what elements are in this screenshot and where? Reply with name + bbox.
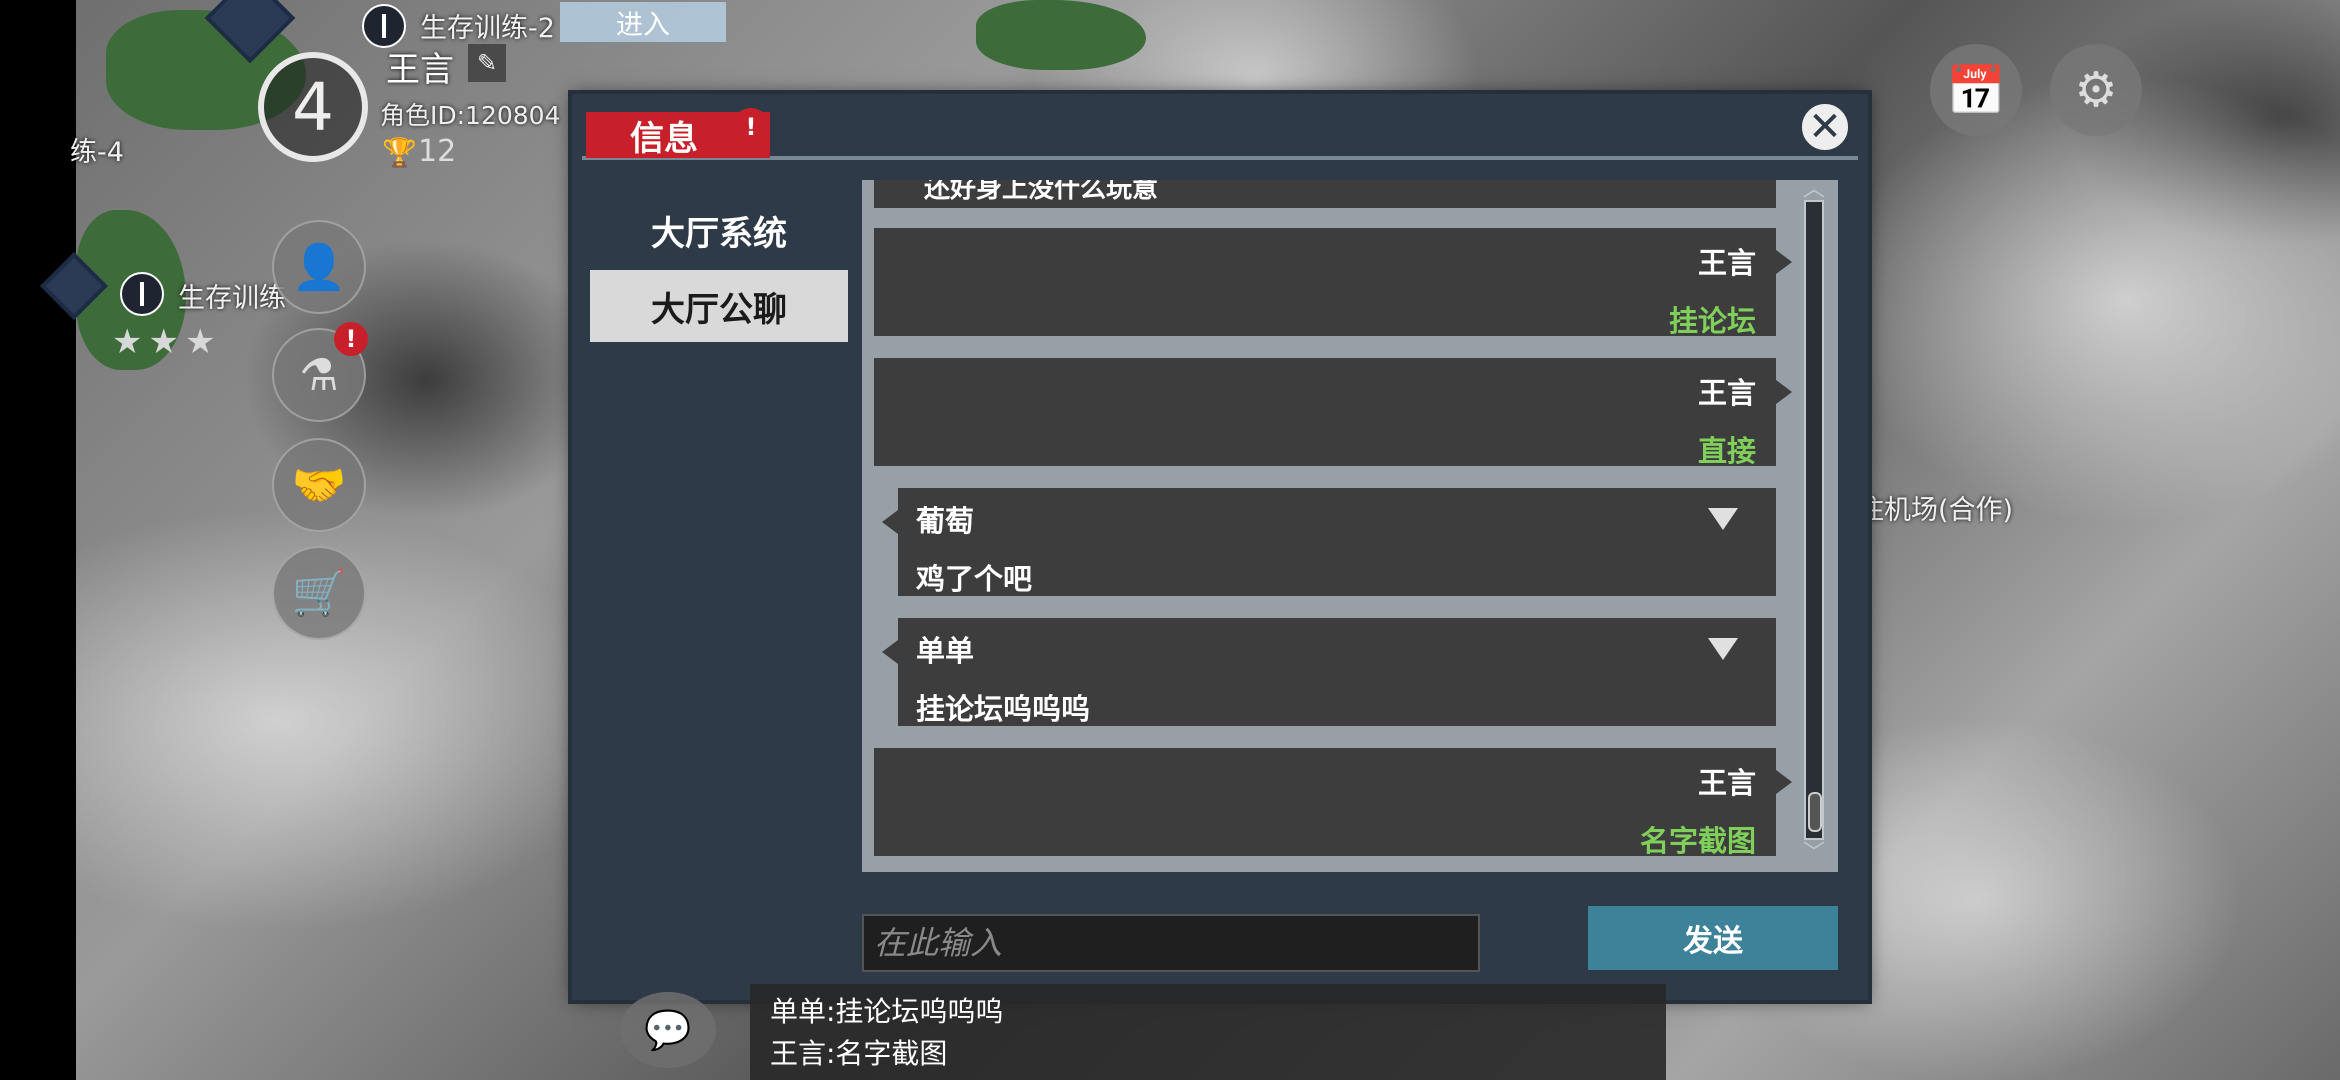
message-text: 名字截图: [1639, 824, 1756, 858]
scroll-up-icon[interactable]: ︿: [1798, 180, 1830, 201]
trophy-icon: 🏆: [382, 136, 417, 169]
message-sender: 单单: [916, 634, 975, 668]
map-island: [976, 0, 1146, 70]
message-sender: 王言: [1697, 376, 1756, 410]
chevron-down-icon[interactable]: [1708, 638, 1738, 660]
enter-button[interactable]: 进入: [560, 2, 726, 42]
chat-ticker[interactable]: 单单:挂论坛呜呜呜 王言:名字截图: [750, 984, 1666, 1080]
chat-input[interactable]: 在此输入: [862, 914, 1480, 972]
message-text: 挂论坛: [1668, 304, 1756, 338]
tab-lobby-public[interactable]: 大厅公聊: [590, 270, 848, 342]
chat-message[interactable]: 王言 名字截图: [874, 748, 1792, 858]
close-button[interactable]: ✕: [1798, 100, 1852, 154]
chat-list[interactable]: 还好身上没什么玩意 王言 挂论坛 王言 直接 葡萄 鸡了个吧 单单 挂论坛呜呜呜…: [862, 180, 1838, 872]
message-sender: 王言: [1697, 246, 1756, 280]
chat-message[interactable]: 王言 直接: [874, 358, 1792, 468]
map-label-training-3[interactable]: 生存训练: [178, 276, 286, 315]
gear-icon[interactable]: ⚙: [2050, 44, 2142, 136]
message-text: 直接: [1697, 434, 1756, 468]
chat-message[interactable]: 王言 挂论坛: [874, 228, 1792, 338]
bubble-tail: [1776, 770, 1792, 794]
scrollbar-track[interactable]: [1804, 200, 1824, 840]
notification-badge: !: [334, 322, 368, 356]
handshake-icon[interactable]: 🤝: [272, 438, 366, 532]
info-dialog: 信息 ! ✕ 大厅系统 大厅公聊 还好身上没什么玩意 王言 挂论坛 王言 直接 …: [572, 94, 1868, 1000]
message-text: 鸡了个吧: [916, 562, 1033, 596]
player-name: 王言: [386, 50, 454, 90]
stage-stars: ★★★: [112, 322, 222, 362]
cart-icon[interactable]: 🛒: [272, 546, 366, 640]
chat-message[interactable]: 单单 挂论坛呜呜呜: [882, 618, 1776, 726]
role-id: 角色ID:120804: [380, 101, 561, 130]
bubble-tail: [882, 640, 898, 664]
trophy-count: 12: [418, 134, 457, 169]
chat-message[interactable]: 葡萄 鸡了个吧: [882, 488, 1776, 596]
message-text: 挂论坛呜呜呜: [916, 692, 1091, 726]
tab-lobby-system[interactable]: 大厅系统: [590, 194, 848, 266]
scrollbar-thumb[interactable]: [1808, 792, 1822, 832]
scroll-down-icon[interactable]: ﹀: [1798, 843, 1830, 865]
message-text: 还好身上没什么玩意: [924, 180, 1159, 204]
chevron-down-icon[interactable]: [1708, 508, 1738, 530]
send-button[interactable]: 发送: [1588, 906, 1838, 970]
map-label-left-edge[interactable]: 练-4: [70, 130, 124, 169]
bubble-tail: [1776, 380, 1792, 404]
ticker-line: 王言:名字截图: [770, 1037, 948, 1070]
message-sender: 王言: [1697, 766, 1756, 800]
bubble-tail: [1776, 250, 1792, 274]
message-sender: 葡萄: [916, 504, 975, 538]
person-icon[interactable]: 👤: [272, 220, 366, 314]
map-label-training-2[interactable]: 生存训练-2: [420, 6, 555, 45]
list-item-partial: 还好身上没什么玩意: [874, 180, 1776, 208]
chat-bubble-icon[interactable]: 💬: [620, 992, 716, 1068]
tab-alert-icon: !: [732, 108, 770, 146]
player-level-badge: 4: [258, 52, 368, 162]
pencil-icon[interactable]: ✎: [468, 44, 506, 82]
ticker-line: 单单:挂论坛呜呜呜: [770, 995, 1004, 1028]
map-node-pin-icon: [120, 272, 164, 316]
bubble-tail: [882, 510, 898, 534]
dialog-divider: [582, 156, 1858, 160]
calendar-icon[interactable]: 📅: [1930, 44, 2022, 136]
